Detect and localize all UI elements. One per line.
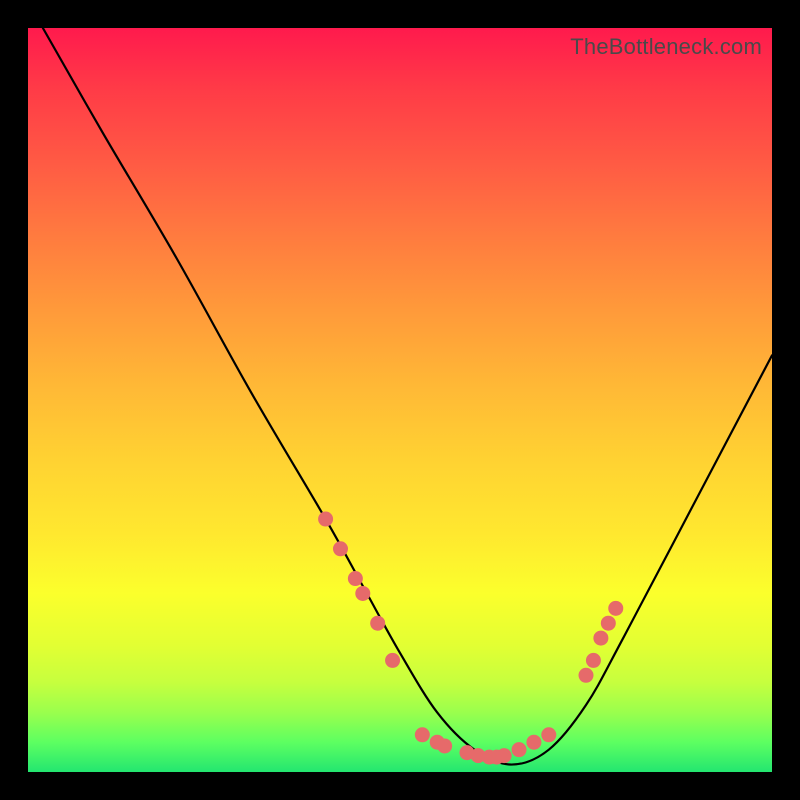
curve-marker bbox=[586, 653, 601, 668]
chart-plot-area: TheBottleneck.com bbox=[28, 28, 772, 772]
curve-marker bbox=[541, 727, 556, 742]
curve-marker bbox=[593, 631, 608, 646]
curve-marker bbox=[318, 512, 333, 527]
curve-marker bbox=[348, 571, 363, 586]
curve-marker bbox=[608, 601, 623, 616]
curve-marker bbox=[497, 748, 512, 763]
curve-marker bbox=[333, 541, 348, 556]
curve-marker bbox=[385, 653, 400, 668]
curve-marker bbox=[526, 735, 541, 750]
curve-marker bbox=[355, 586, 370, 601]
curve-marker bbox=[601, 616, 616, 631]
bottleneck-curve bbox=[28, 28, 772, 772]
curve-marker bbox=[437, 738, 452, 753]
curve-marker bbox=[512, 742, 527, 757]
curve-marker bbox=[415, 727, 430, 742]
curve-marker bbox=[579, 668, 594, 683]
curve-marker bbox=[370, 616, 385, 631]
